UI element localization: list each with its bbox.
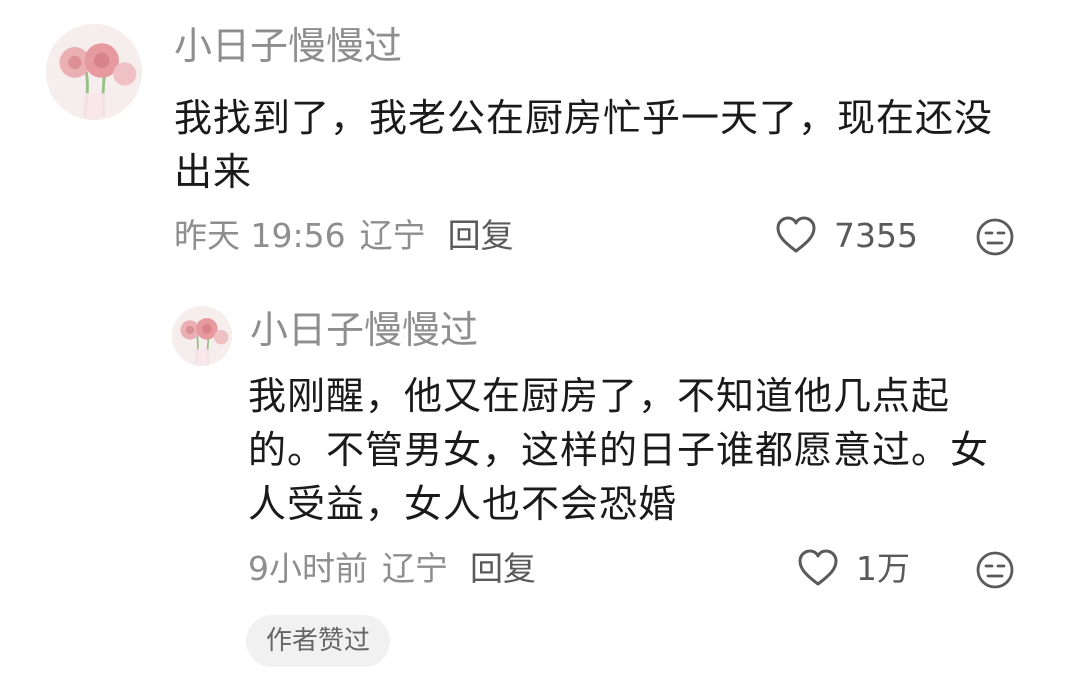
reply-like-count: 1万: [856, 549, 910, 588]
reply-username[interactable]: 小日子慢慢过: [250, 306, 478, 354]
reply-text: 我刚醒，他又在厨房了，不知道他几点起的。不管男女，这样的日子谁都愿意过。女人受益…: [248, 374, 990, 526]
reply-meta: 9小时前 辽宁 回复: [248, 547, 536, 591]
avatar[interactable]: [46, 24, 142, 120]
reply-avatar[interactable]: [172, 306, 232, 366]
pink-flowers-avatar-icon: [172, 306, 232, 366]
reply-like-button[interactable]: 1万: [796, 547, 910, 591]
heart-icon[interactable]: [774, 214, 818, 258]
comment-meta: 昨天 19:56 辽宁 回复: [174, 214, 514, 258]
reply-location: 辽宁: [382, 549, 448, 588]
pink-flowers-avatar-icon: [46, 24, 142, 120]
like-button[interactable]: 7355: [774, 214, 918, 258]
comment-time: 昨天 19:56: [174, 216, 346, 255]
heart-icon[interactable]: [796, 547, 840, 591]
comment-username[interactable]: 小日子慢慢过: [174, 22, 402, 70]
comment-text: 我找到了，我老公在厨房忙乎一天了，现在还没出来: [174, 96, 994, 194]
reply-time: 9小时前: [248, 549, 368, 588]
unamused-face-icon[interactable]: [975, 217, 1015, 257]
unamused-face-icon[interactable]: [975, 550, 1015, 590]
comment-thread: 小日子慢慢过 我找到了，我老公在厨房忙乎一天了，现在还没出来 昨天 19:56 …: [0, 0, 1080, 700]
like-count: 7355: [834, 216, 918, 255]
reply-button[interactable]: 回复: [448, 214, 514, 258]
author-liked-badge: 作者赞过: [246, 615, 391, 667]
comment-location: 辽宁: [359, 216, 426, 255]
reply-button[interactable]: 回复: [470, 547, 536, 591]
